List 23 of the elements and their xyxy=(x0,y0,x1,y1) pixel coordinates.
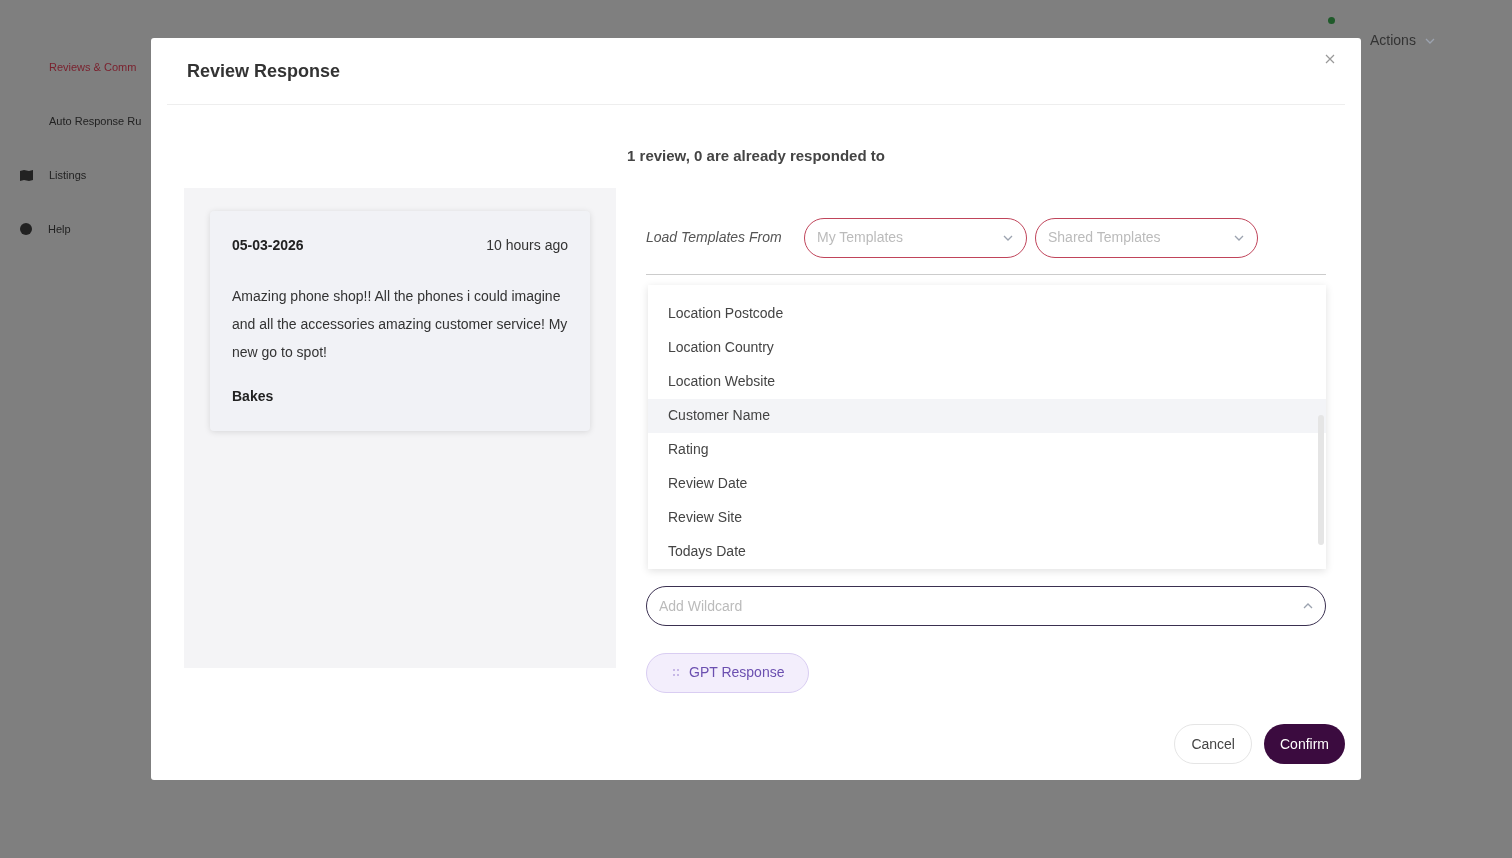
load-templates-label: Load Templates From xyxy=(646,228,783,247)
dropdown-option[interactable]: Location Country xyxy=(648,330,1326,365)
summary-text: 1 review, 0 are already responded to xyxy=(627,146,885,166)
map-icon xyxy=(20,169,33,181)
cancel-button[interactable]: Cancel xyxy=(1174,724,1252,764)
review-date: 05-03-2026 xyxy=(232,235,304,255)
dropdown-option[interactable]: Review Site xyxy=(648,500,1326,535)
review-text: Amazing phone shop!! All the phones i could imagine and all the accessories amazing customer service! My new go to spot! xyxy=(232,286,568,362)
sidebar-item[interactable]: Help xyxy=(0,202,200,256)
close-icon[interactable] xyxy=(1325,54,1335,64)
dropdown-option[interactable]: Rating xyxy=(648,432,1326,467)
review-age: 10 hours ago xyxy=(486,235,568,255)
sidebar-item[interactable]: Listings xyxy=(0,148,200,202)
dropdown-option[interactable]: Location Postcode xyxy=(648,296,1326,331)
dropdown-option[interactable]: Todays Date xyxy=(648,534,1326,569)
review-author: Bakes xyxy=(232,386,275,406)
dropdown-option[interactable]: Review Date xyxy=(648,466,1326,501)
modal-title: Review Response xyxy=(187,59,341,83)
wildcard-field[interactable]: Add Wildcard xyxy=(646,585,1326,626)
dropdown-option[interactable]: Customer Name xyxy=(648,398,1326,433)
dropdown-option[interactable]: Location Website xyxy=(648,364,1326,399)
gpt-response-button[interactable]: GPT Response xyxy=(646,652,810,693)
confirm-button[interactable]: Confirm xyxy=(1264,724,1345,764)
